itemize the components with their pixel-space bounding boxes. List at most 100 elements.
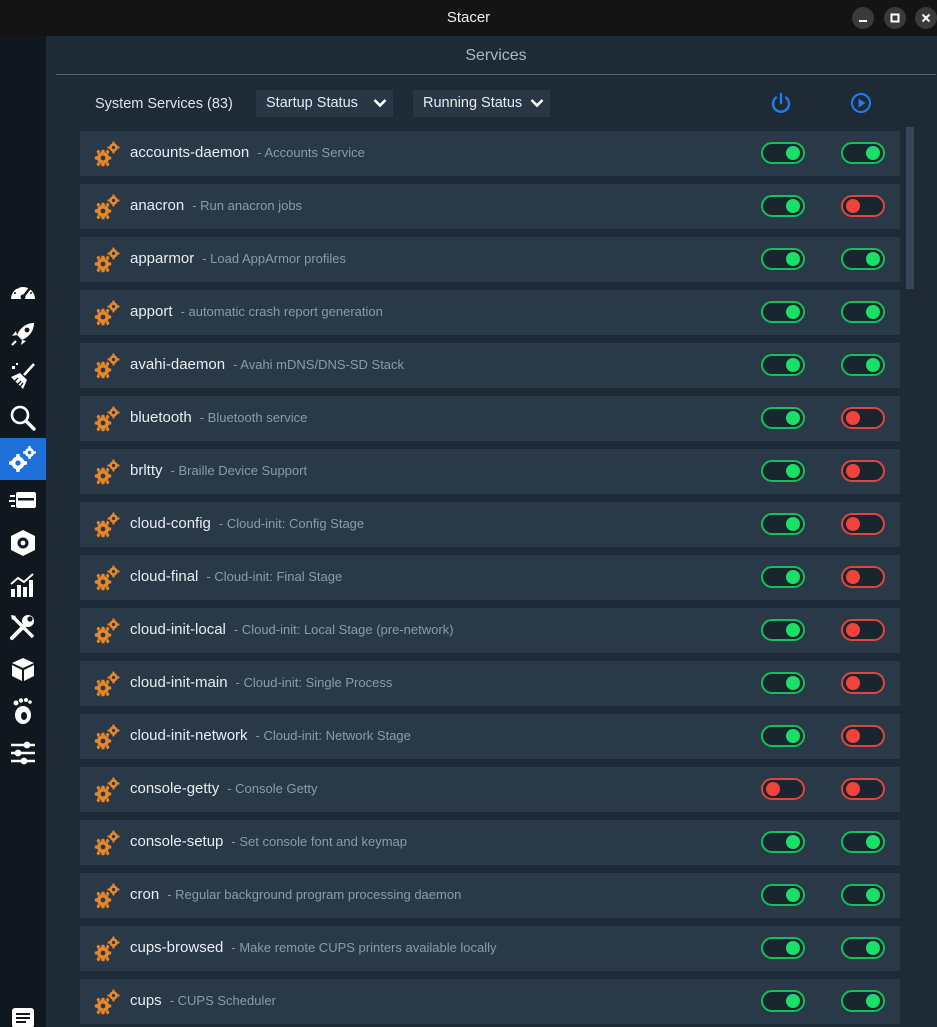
service-description: - Cloud-init: Final Stage [206, 569, 343, 584]
box-icon [12, 658, 34, 681]
startup-toggle[interactable] [761, 990, 805, 1012]
service-description: - Cloud-init: Config Stage [218, 516, 365, 531]
service-name: accounts-daemon - Accounts Service [130, 144, 365, 161]
running-status-dropdown[interactable]: Running Status [413, 90, 550, 117]
running-status-label: Running Status [423, 95, 523, 111]
startup-toggle[interactable] [761, 301, 805, 323]
service-row: cloud-init-local - Cloud-init: Local Stag… [80, 608, 900, 653]
minimize-button[interactable] [852, 7, 874, 29]
toggle-knob [786, 252, 800, 266]
startup-status-dropdown[interactable]: Startup Status [256, 90, 393, 117]
gears-icon [9, 446, 36, 472]
startup-toggle[interactable] [761, 725, 805, 747]
startup-toggle[interactable] [761, 778, 805, 800]
maximize-button[interactable] [884, 7, 906, 29]
toggle-knob [786, 835, 800, 849]
sidebar-item-feedback[interactable] [0, 998, 46, 1027]
service-description: - Load AppArmor profiles [202, 251, 346, 266]
running-toggle[interactable] [841, 513, 885, 535]
toggle-knob [846, 782, 860, 796]
service-name: bluetooth - Bluetooth service [130, 409, 308, 426]
sidebar-item-services[interactable] [0, 438, 46, 480]
startup-toggle[interactable] [761, 566, 805, 588]
running-toggle[interactable] [841, 778, 885, 800]
service-row: avahi-daemon - Avahi mDNS/DNS-SD Stack [80, 343, 900, 388]
running-toggle[interactable] [841, 619, 885, 641]
minimize-icon [859, 20, 867, 22]
service-name: console-getty - Console Getty [130, 780, 318, 797]
startup-toggle[interactable] [761, 884, 805, 906]
running-toggle[interactable] [841, 460, 885, 482]
startup-toggle[interactable] [761, 142, 805, 164]
sidebar-item-gnome-settings[interactable] [0, 690, 46, 732]
sidebar-item-search[interactable] [0, 397, 46, 439]
broom-icon [11, 363, 35, 389]
running-toggle[interactable] [841, 407, 885, 429]
running-toggle[interactable] [841, 301, 885, 323]
running-toggle[interactable] [841, 142, 885, 164]
service-row: console-setup - Set console font and keym… [80, 820, 900, 865]
running-toggle[interactable] [841, 195, 885, 217]
startup-toggle[interactable] [761, 619, 805, 641]
running-toggle[interactable] [841, 725, 885, 747]
service-gear-icon [94, 565, 120, 591]
running-toggle[interactable] [841, 354, 885, 376]
running-toggle[interactable] [841, 248, 885, 270]
system-services-count: System Services (83) [95, 96, 233, 112]
startup-toggle[interactable] [761, 354, 805, 376]
running-toggle[interactable] [841, 831, 885, 853]
uninstaller-icon [11, 530, 35, 556]
running-toggle[interactable] [841, 672, 885, 694]
rocket-icon [11, 323, 34, 346]
service-name: cloud-init-network - Cloud-init: Network … [130, 727, 411, 744]
toggle-knob [786, 729, 800, 743]
toggle-knob [846, 464, 860, 478]
sidebar-item-resources[interactable] [0, 564, 46, 606]
sidebar-item-dashboard[interactable] [0, 271, 46, 313]
startup-toggle[interactable] [761, 937, 805, 959]
service-gear-icon [94, 618, 120, 644]
startup-toggle[interactable] [761, 195, 805, 217]
toggle-knob [846, 199, 860, 213]
running-toggle[interactable] [841, 566, 885, 588]
toggle-knob [866, 146, 880, 160]
toggle-knob [786, 305, 800, 319]
play-icon [851, 93, 871, 113]
close-icon [921, 13, 931, 23]
sidebar-item-uninstaller[interactable] [0, 522, 46, 564]
title-bar: Stacer [0, 0, 937, 36]
chevron-down-icon [530, 99, 544, 108]
sidebar-item-system-cleaner[interactable] [0, 355, 46, 397]
running-toggle[interactable] [841, 884, 885, 906]
service-description: - Cloud-init: Local Stage (pre-network) [233, 622, 454, 637]
service-description: - Cloud-init: Network Stage [255, 728, 411, 743]
toggle-knob [786, 888, 800, 902]
sidebar-item-processes[interactable] [0, 480, 46, 522]
startup-toggle[interactable] [761, 460, 805, 482]
toggle-knob [786, 570, 800, 584]
scrollbar-thumb[interactable] [906, 127, 914, 289]
title-divider [56, 74, 936, 75]
startup-toggle[interactable] [761, 831, 805, 853]
service-name: anacron - Run anacron jobs [130, 197, 303, 214]
service-description: - Set console font and keymap [231, 834, 408, 849]
startup-toggle[interactable] [761, 407, 805, 429]
sidebar-item-apt-repository[interactable] [0, 648, 46, 690]
running-toggle[interactable] [841, 990, 885, 1012]
sidebar-item-startup-apps[interactable] [0, 313, 46, 355]
startup-toggle[interactable] [761, 672, 805, 694]
service-gear-icon [94, 936, 120, 962]
toggle-knob [866, 358, 880, 372]
toggle-knob [786, 358, 800, 372]
running-toggle[interactable] [841, 937, 885, 959]
search-icon [10, 405, 36, 431]
startup-toggle[interactable] [761, 248, 805, 270]
sidebar-item-settings[interactable] [0, 732, 46, 774]
service-gear-icon [94, 459, 120, 485]
service-description: - Run anacron jobs [192, 198, 303, 213]
close-button[interactable] [915, 7, 937, 29]
toggle-knob [866, 252, 880, 266]
startup-toggle[interactable] [761, 513, 805, 535]
service-row: anacron - Run anacron jobs [80, 184, 900, 229]
sidebar-item-helpers[interactable] [0, 606, 46, 648]
